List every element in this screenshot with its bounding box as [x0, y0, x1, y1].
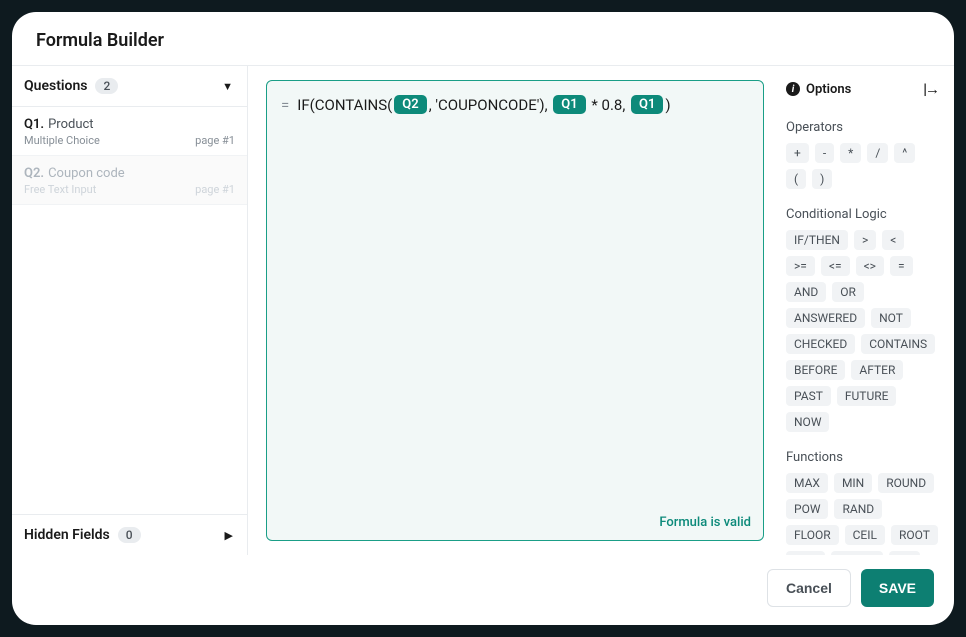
function-chip[interactable]: FLOOR: [786, 525, 839, 545]
functions-label: Functions: [786, 450, 938, 465]
conditional-chip[interactable]: OR: [832, 282, 864, 302]
question-id: Q1.: [24, 117, 44, 132]
function-chip[interactable]: MIN: [834, 473, 872, 493]
formula-content[interactable]: IF(CONTAINS(Q2, 'COUPONCODE'), Q1 * 0.8,…: [297, 95, 670, 114]
sidebar: Questions 2 ▼ Q1. Product Multiple Choice p…: [12, 66, 248, 555]
operator-chip[interactable]: *: [840, 143, 861, 163]
question-item[interactable]: Q1. Product Multiple Choice page #1: [12, 107, 247, 156]
save-button[interactable]: SAVE: [861, 569, 934, 607]
conditional-chip[interactable]: <: [882, 230, 904, 250]
collapse-panel-icon[interactable]: |→: [923, 80, 938, 98]
question-type: Free Text Input: [24, 183, 96, 196]
editor-column: = IF(CONTAINS(Q2, 'COUPONCODE'), Q1 * 0.…: [248, 66, 778, 555]
page-title: Formula Builder: [36, 30, 930, 51]
formula-chip[interactable]: Q1: [631, 95, 663, 114]
operator-chip[interactable]: ^: [894, 143, 915, 163]
operator-chip[interactable]: /: [867, 143, 888, 163]
formula-text: ): [665, 96, 670, 114]
conditional-chip[interactable]: >=: [786, 256, 815, 276]
function-chip[interactable]: POW: [786, 499, 828, 519]
caret-right-icon: ▶: [225, 529, 233, 542]
formula-text: * 0.8,: [588, 96, 629, 114]
conditional-chip[interactable]: NOW: [786, 412, 829, 432]
questions-list: Q1. Product Multiple Choice page #1 Q2. Coupo…: [12, 107, 247, 514]
equals-sign: =: [281, 96, 289, 114]
questions-count: 2: [95, 78, 118, 94]
conditional-chip[interactable]: CONTAINS: [861, 334, 935, 354]
caret-down-icon: ▼: [222, 80, 233, 93]
conditional-chip[interactable]: FUTURE: [837, 386, 897, 406]
conditional-chip[interactable]: ANSWERED: [786, 308, 865, 328]
formula-builder-window: Formula Builder Questions 2 ▼ Q1. Product…: [12, 12, 954, 625]
question-label: Product: [48, 117, 93, 132]
hidden-fields-count: 0: [118, 527, 141, 543]
footer: Cancel SAVE: [12, 555, 954, 625]
conditional-chip[interactable]: <=: [821, 256, 850, 276]
hidden-fields-label: Hidden Fields: [24, 527, 110, 543]
conditional-chip[interactable]: >: [854, 230, 876, 250]
function-chip[interactable]: ROUND: [878, 473, 934, 493]
question-id: Q2.: [24, 166, 44, 181]
header: Formula Builder: [12, 12, 954, 66]
question-page: page #1: [195, 183, 235, 196]
formula-text: , 'COUPONCODE'),: [429, 96, 552, 114]
conditional-chip[interactable]: NOT: [871, 308, 911, 328]
main-area: Questions 2 ▼ Q1. Product Multiple Choice p…: [12, 66, 954, 555]
operator-chip[interactable]: +: [786, 143, 809, 163]
options-panel: i Options |→ Operators +-* / ^ () Condition…: [778, 66, 954, 555]
conditional-chips: IF/THEN><>=<=<>=ANDORANSWEREDNOTCHECKEDC…: [786, 230, 938, 432]
formula-chip[interactable]: Q1: [553, 95, 585, 114]
function-chip[interactable]: MAX: [786, 473, 828, 493]
formula-valid-message: Formula is valid: [659, 515, 751, 530]
conditional-chip[interactable]: PAST: [786, 386, 831, 406]
conditional-chip[interactable]: AFTER: [851, 360, 903, 380]
conditional-chip[interactable]: AND: [786, 282, 826, 302]
functions-chips: MAXMINROUNDPOWRANDFLOORCEILROOTLOGLOG10L…: [786, 473, 938, 555]
question-label: Coupon code: [48, 166, 125, 181]
question-page: page #1: [195, 134, 235, 147]
formula-text: IF(CONTAINS(: [297, 96, 392, 114]
operators-chips: +-* / ^ (): [786, 143, 938, 189]
conditional-chip[interactable]: BEFORE: [786, 360, 845, 380]
questions-section-head[interactable]: Questions 2 ▼: [12, 66, 247, 107]
hidden-fields-section-head[interactable]: Hidden Fields 0 ▶: [12, 515, 247, 555]
conditional-chip[interactable]: <>: [856, 256, 884, 276]
question-item[interactable]: Q2. Coupon code Free Text Input page #1: [12, 156, 247, 205]
operator-chip[interactable]: (: [786, 169, 806, 189]
formula-editor[interactable]: = IF(CONTAINS(Q2, 'COUPONCODE'), Q1 * 0.…: [266, 80, 764, 541]
conditional-chip[interactable]: IF/THEN: [786, 230, 848, 250]
question-type: Multiple Choice: [24, 134, 100, 147]
info-icon: i: [786, 82, 800, 96]
options-title: Options: [806, 82, 851, 97]
formula-chip[interactable]: Q2: [394, 95, 426, 114]
operators-label: Operators: [786, 120, 938, 135]
cancel-button[interactable]: Cancel: [767, 569, 851, 607]
operator-chip[interactable]: -: [815, 143, 834, 163]
operator-chip[interactable]: ): [812, 169, 832, 189]
function-chip[interactable]: ROOT: [891, 525, 938, 545]
conditional-chip[interactable]: CHECKED: [786, 334, 855, 354]
conditional-label: Conditional Logic: [786, 207, 938, 222]
questions-label: Questions: [24, 78, 87, 94]
function-chip[interactable]: CEIL: [845, 525, 885, 545]
conditional-chip[interactable]: =: [890, 256, 913, 276]
function-chip[interactable]: RAND: [834, 499, 882, 519]
